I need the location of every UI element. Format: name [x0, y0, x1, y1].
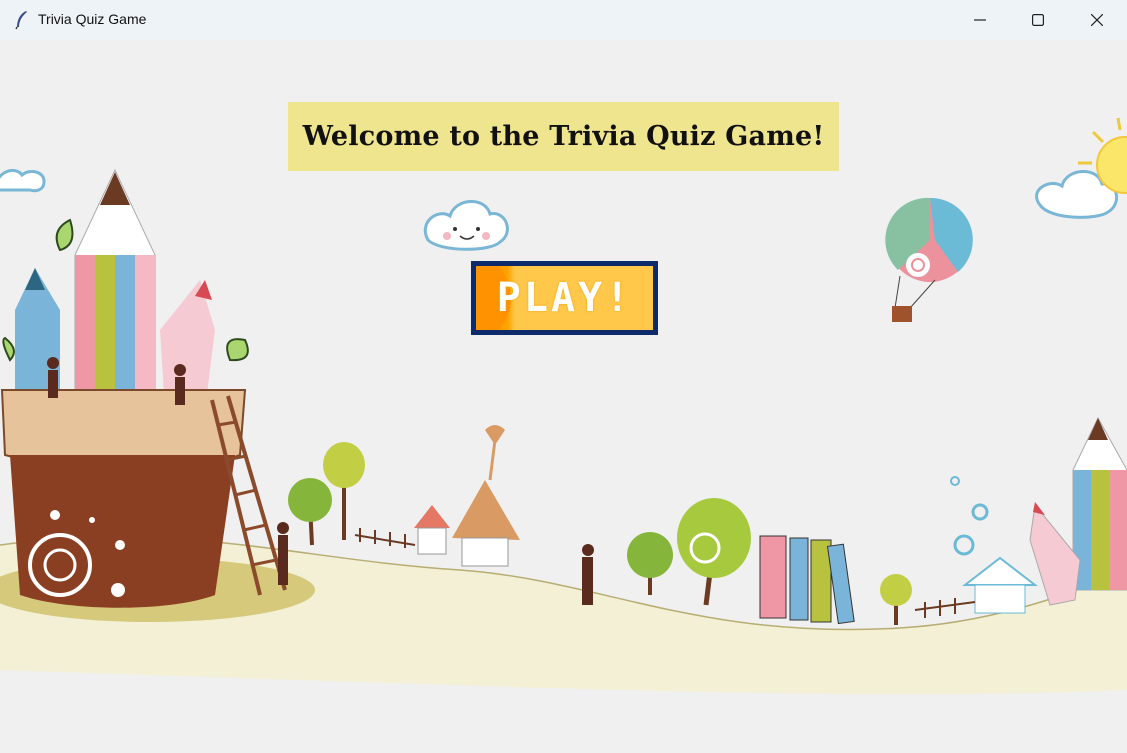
minimize-icon	[974, 19, 986, 21]
app-window: Trivia Quiz Game Welcome to the Trivia Q…	[0, 0, 1127, 753]
close-icon	[1091, 14, 1103, 26]
books-illustration	[759, 535, 855, 625]
feather-icon	[15, 11, 27, 30]
minimize-button[interactable]	[951, 0, 1009, 40]
title-bar: Trivia Quiz Game	[0, 0, 1127, 40]
maximize-button[interactable]	[1009, 0, 1067, 40]
maximize-icon	[1032, 14, 1044, 26]
window-title: Trivia Quiz Game	[38, 11, 147, 27]
play-button[interactable]: PLAY!	[471, 261, 658, 335]
play-button-label: PLAY!	[496, 275, 633, 321]
welcome-heading: Welcome to the Trivia Quiz Game!	[288, 102, 839, 171]
smiling-cloud-icon	[424, 200, 509, 251]
hot-air-balloon-icon	[885, 197, 973, 322]
close-button[interactable]	[1068, 0, 1126, 40]
bubbles-illustration	[950, 476, 989, 556]
game-canvas: Welcome to the Trivia Quiz Game! PLAY!	[0, 40, 1127, 753]
cloud-left-icon	[0, 169, 46, 193]
pencils-right-illustration	[1029, 416, 1127, 606]
